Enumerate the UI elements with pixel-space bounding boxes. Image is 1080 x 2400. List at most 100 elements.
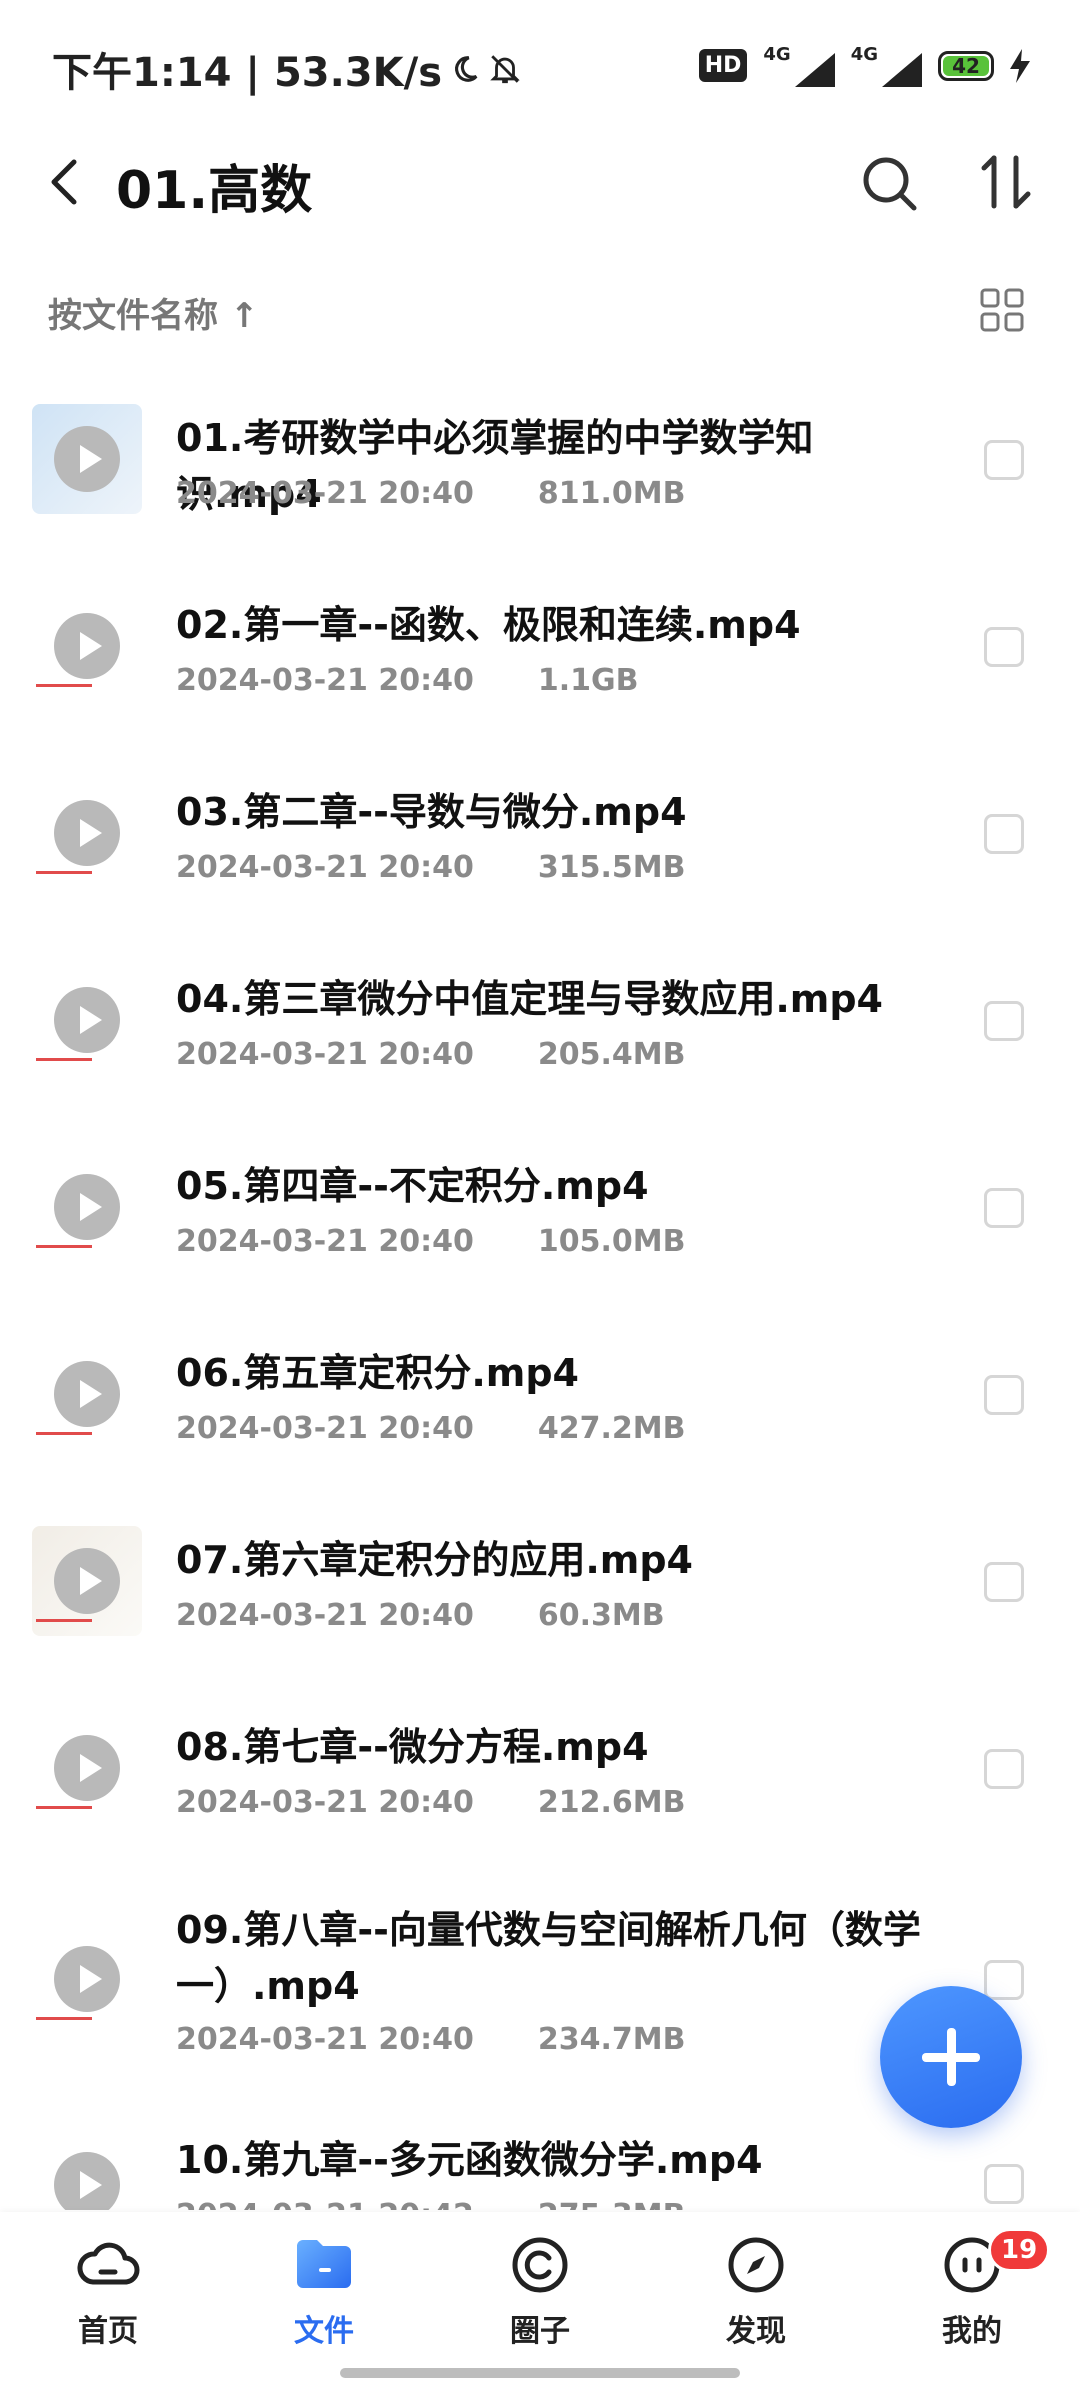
battery-level: 42 xyxy=(943,55,989,76)
video-thumbnail xyxy=(32,404,142,514)
file-meta: 2024-03-21 20:40 811.0MB xyxy=(176,476,685,511)
file-meta: 2024-03-21 20:40 234.7MB xyxy=(176,2022,685,2057)
file-date: 2024-03-21 20:42 xyxy=(176,2198,474,2210)
file-date: 2024-03-21 20:40 xyxy=(176,1785,474,1820)
file-date: 2024-03-21 20:40 xyxy=(176,850,474,885)
select-checkbox[interactable] xyxy=(984,2164,1024,2204)
file-date: 2024-03-21 20:40 xyxy=(176,1411,474,1446)
video-thumbnail xyxy=(32,1526,142,1636)
select-checkbox[interactable] xyxy=(984,1375,1024,1415)
folder-icon xyxy=(297,2240,351,2288)
file-size: 212.6MB xyxy=(537,1785,686,1820)
select-checkbox[interactable] xyxy=(984,1960,1024,2000)
file-item[interactable]: 08.第七章--微分方程.mp4 2024-03-21 20:40 212.6MB xyxy=(0,1689,1080,1876)
video-thumbnail xyxy=(32,1713,142,1823)
file-name: 10.第九章--多元函数微分学.mp4 xyxy=(176,2138,763,2182)
file-name: 07.第六章定积分的应用.mp4 xyxy=(176,1538,693,1582)
file-meta: 2024-03-21 20:40 1.1GB xyxy=(176,663,638,698)
back-icon[interactable] xyxy=(36,152,96,212)
grid-view-icon[interactable] xyxy=(980,288,1024,332)
hd-badge: HD xyxy=(698,49,748,82)
nav-mine-label: 我的 xyxy=(942,2314,1002,2349)
search-icon[interactable] xyxy=(858,152,922,216)
sort-order-icon[interactable] xyxy=(974,150,1038,214)
file-size: 811.0MB xyxy=(537,476,686,511)
play-icon xyxy=(54,1174,120,1240)
file-meta: 2024-03-21 20:40 427.2MB xyxy=(176,1411,685,1446)
play-icon xyxy=(54,1548,120,1614)
file-size: 1.1GB xyxy=(537,663,639,698)
bell-off-icon xyxy=(490,55,520,84)
nav-circle[interactable]: 圈子 xyxy=(460,2232,620,2350)
file-list: 01.考研数学中必须掌握的中学数学知识.mp4 2024-03-21 20:40… xyxy=(0,380,1080,2210)
nav-discover-label: 发现 xyxy=(726,2314,786,2349)
play-icon xyxy=(54,426,120,492)
file-item[interactable]: 03.第二章--导数与微分.mp4 2024-03-21 20:40 315.5M… xyxy=(0,754,1080,941)
select-checkbox[interactable] xyxy=(984,1562,1024,1602)
file-size: 275.3MB xyxy=(538,2198,686,2210)
file-item[interactable]: 02.第一章--函数、极限和连续.mp4 2024-03-21 20:40 1.1… xyxy=(0,567,1080,754)
battery-icon: 42 xyxy=(938,50,994,81)
select-checkbox[interactable] xyxy=(984,814,1024,854)
file-meta: 2024-03-21 20:40 212.6MB xyxy=(176,1785,685,1820)
play-icon xyxy=(54,613,120,679)
file-date: 2024-03-21 20:40 xyxy=(176,1037,474,1072)
file-item[interactable]: 10.第九章--多元函数微分学.mp4 2024-03-21 20:42 275.… xyxy=(0,2106,1080,2210)
file-item[interactable]: 05.第四章--不定积分.mp4 2024-03-21 20:40 105.0MB xyxy=(0,1128,1080,1315)
nav-home-label: 首页 xyxy=(78,2314,138,2349)
file-item[interactable]: 06.第五章定积分.mp4 2024-03-21 20:40 427.2MB xyxy=(0,1315,1080,1502)
compass-icon xyxy=(728,2237,784,2293)
moon-icon xyxy=(455,56,478,82)
file-name: 08.第七章--微分方程.mp4 xyxy=(176,1725,649,1769)
select-checkbox[interactable] xyxy=(984,1188,1024,1228)
video-thumbnail xyxy=(32,1152,142,1262)
file-size: 60.3MB xyxy=(537,1598,665,1633)
video-thumbnail xyxy=(32,2130,142,2210)
file-name: 03.第二章--导数与微分.mp4 xyxy=(176,790,687,834)
nav-mine[interactable]: 19 我的 xyxy=(892,2228,1052,2350)
file-size: 427.2MB xyxy=(537,1411,686,1446)
video-thumbnail xyxy=(32,1339,142,1449)
nav-circle-label: 圈子 xyxy=(510,2314,570,2349)
file-item[interactable]: 01.考研数学中必须掌握的中学数学知识.mp4 2024-03-21 20:40… xyxy=(0,380,1080,567)
file-date: 2024-03-21 20:40 xyxy=(176,2022,474,2057)
video-thumbnail xyxy=(32,778,142,888)
file-size: 234.7MB xyxy=(537,2022,686,2057)
file-date: 2024-03-21 20:40 xyxy=(176,1224,474,1259)
sort-by-name-button[interactable]: 按文件名称 ↑ xyxy=(48,288,258,337)
video-thumbnail xyxy=(32,965,142,1075)
play-icon xyxy=(54,987,120,1053)
notification-badge: 19 xyxy=(988,2228,1051,2272)
nav-home[interactable]: 首页 xyxy=(28,2232,188,2350)
sort-row: 按文件名称 ↑ xyxy=(0,270,1080,350)
file-name: 02.第一章--函数、极限和连续.mp4 xyxy=(176,603,801,647)
file-name: 04.第三章微分中值定理与导数应用.mp4 xyxy=(176,977,883,1021)
file-size: 315.5MB xyxy=(537,850,686,885)
file-meta: 2024-03-21 20:40 315.5MB xyxy=(176,850,685,885)
video-thumbnail xyxy=(32,1924,142,2034)
add-button[interactable] xyxy=(880,1986,1022,2128)
file-item[interactable]: 04.第三章微分中值定理与导数应用.mp4 2024-03-21 20:40 20… xyxy=(0,941,1080,1128)
nav-discover[interactable]: 发现 xyxy=(676,2232,836,2350)
nav-files[interactable]: 文件 xyxy=(244,2232,404,2350)
file-size: 205.4MB xyxy=(537,1037,686,1072)
cloud-icon xyxy=(77,2242,140,2285)
circle-icon xyxy=(512,2237,568,2293)
play-icon xyxy=(54,1735,120,1801)
select-checkbox[interactable] xyxy=(984,440,1024,480)
file-date: 2024-03-21 20:40 xyxy=(176,663,474,698)
page-title: 01.高数 xyxy=(116,161,313,221)
file-item[interactable]: 07.第六章定积分的应用.mp4 2024-03-21 20:40 60.3MB xyxy=(0,1502,1080,1689)
status-left: 下午1:14 | 53.3K/s xyxy=(52,40,522,98)
signal-icon-1: 4G xyxy=(763,44,835,87)
charging-icon xyxy=(1010,48,1030,83)
file-meta: 2024-03-21 20:40 205.4MB xyxy=(176,1037,685,1072)
status-bar: 下午1:14 | 53.3K/s HD 4G 4G 42 xyxy=(0,0,1080,130)
select-checkbox[interactable] xyxy=(984,627,1024,667)
select-checkbox[interactable] xyxy=(984,1749,1024,1789)
select-checkbox[interactable] xyxy=(984,1001,1024,1041)
file-date: 2024-03-21 20:40 xyxy=(176,476,474,511)
status-time-speed: 下午1:14 | 53.3K/s xyxy=(52,50,443,96)
file-meta: 2024-03-21 20:40 105.0MB xyxy=(176,1224,685,1259)
video-thumbnail xyxy=(32,591,142,701)
